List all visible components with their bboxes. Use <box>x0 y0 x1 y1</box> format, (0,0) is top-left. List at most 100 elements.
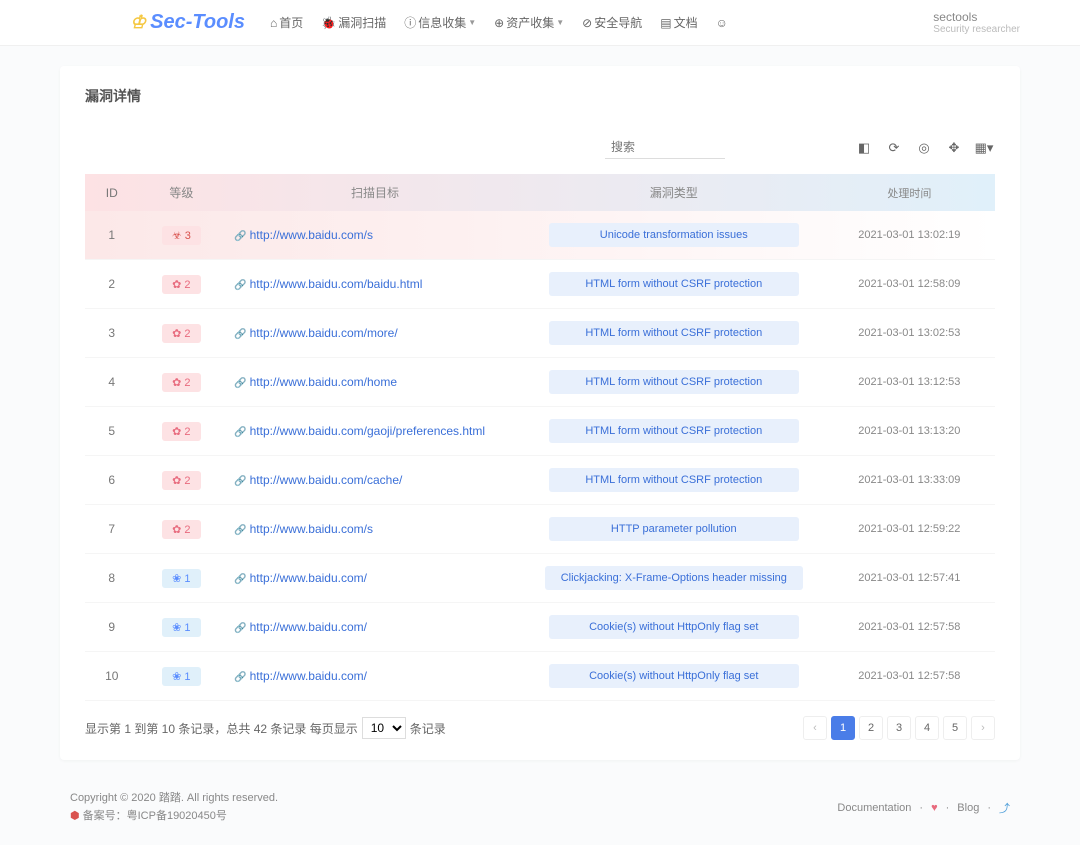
nav-item-3[interactable]: ⊕ 资产收集 ▼ <box>494 14 564 31</box>
beian-text: 备案号：粤ICP备19020450号 <box>83 810 227 822</box>
th-severity[interactable]: 等级 <box>139 174 225 211</box>
type-badge[interactable]: HTML form without CSRF protection <box>549 272 799 296</box>
type-badge[interactable]: Cookie(s) without HttpOnly flag set <box>549 615 799 639</box>
cell-time: 2021-03-01 13:33:09 <box>824 456 995 505</box>
page-prev[interactable]: ‹ <box>803 716 827 740</box>
nav-icon: 🐞 <box>321 16 336 30</box>
cell-time: 2021-03-01 13:13:20 <box>824 407 995 456</box>
footer-left: Copyright © 2020 踏踏. All rights reserved… <box>70 790 278 825</box>
scroll-top-icon[interactable]: ⤴ <box>999 800 1010 816</box>
cell-severity: ✿ 2 <box>139 456 225 505</box>
table-row[interactable]: 3✿ 2🔗http://www.baidu.com/more/HTML form… <box>85 309 995 358</box>
user-name: sectools <box>933 10 1020 24</box>
toolbar: ◧ ⟳ ◎ ✥ ▦▾ <box>85 136 995 159</box>
target-link[interactable]: http://www.baidu.com/s <box>250 522 373 536</box>
type-badge[interactable]: HTTP parameter pollution <box>549 517 799 541</box>
refresh-icon[interactable]: ⟳ <box>883 137 905 159</box>
link-icon: 🔗 <box>234 231 246 242</box>
nav-item-1[interactable]: 🐞 漏洞扫描 <box>321 14 386 31</box>
cell-id: 10 <box>85 652 139 701</box>
brand-text: Sec-Tools <box>150 11 245 34</box>
target-link[interactable]: http://www.baidu.com/ <box>250 620 367 634</box>
user-info[interactable]: sectools Security researcher <box>933 10 1020 35</box>
type-badge[interactable]: Unicode transformation issues <box>549 223 799 247</box>
nav-item-4[interactable]: ⊘ 安全导航 <box>582 14 642 31</box>
target-link[interactable]: http://www.baidu.com/ <box>250 669 367 683</box>
cell-target: 🔗http://www.baidu.com/ <box>224 652 524 701</box>
chevron-down-icon: ▼ <box>468 18 476 27</box>
cell-type: Clickjacking: X-Frame-Options header mis… <box>524 554 824 603</box>
cell-time: 2021-03-01 12:59:22 <box>824 505 995 554</box>
doc-link[interactable]: Documentation <box>837 802 911 814</box>
type-badge[interactable]: HTML form without CSRF protection <box>549 321 799 345</box>
shield-icon: ⬢ <box>70 810 80 822</box>
table-row[interactable]: 2✿ 2🔗http://www.baidu.com/baidu.htmlHTML… <box>85 260 995 309</box>
copyright-text: Copyright © 2020 踏踏. All rights reserved… <box>70 790 278 808</box>
table-row[interactable]: 1☣ 3🔗http://www.baidu.com/sUnicode trans… <box>85 211 995 260</box>
table-row[interactable]: 9❀ 1🔗http://www.baidu.com/Cookie(s) with… <box>85 603 995 652</box>
page-1[interactable]: 1 <box>831 716 855 740</box>
blog-link[interactable]: Blog <box>957 802 979 814</box>
severity-badge: ✿ 2 <box>162 422 200 441</box>
toggle-view-icon[interactable]: ◎ <box>913 137 935 159</box>
nav-item-2[interactable]: ⓘ 信息收集 ▼ <box>404 14 476 31</box>
nav-smile-icon[interactable]: ☺ <box>716 14 728 31</box>
nav-icon: ⌂ <box>270 16 277 30</box>
type-badge[interactable]: HTML form without CSRF protection <box>549 419 799 443</box>
cell-type: HTML form without CSRF protection <box>524 260 824 309</box>
page-2[interactable]: 2 <box>859 716 883 740</box>
severity-badge: ✿ 2 <box>162 471 200 490</box>
cell-target: 🔗http://www.baidu.com/ <box>224 554 524 603</box>
cell-time: 2021-03-01 12:57:58 <box>824 652 995 701</box>
nav-icon: ⊕ <box>494 16 504 30</box>
page-5[interactable]: 5 <box>943 716 967 740</box>
table-row[interactable]: 7✿ 2🔗http://www.baidu.com/sHTTP paramete… <box>85 505 995 554</box>
th-id[interactable]: ID <box>85 174 139 211</box>
type-badge[interactable]: HTML form without CSRF protection <box>549 370 799 394</box>
columns-icon[interactable]: ▦▾ <box>973 137 995 159</box>
severity-badge: ✿ 2 <box>162 324 200 343</box>
move-icon[interactable]: ✥ <box>943 137 965 159</box>
type-badge[interactable]: HTML form without CSRF protection <box>549 468 799 492</box>
table-row[interactable]: 10❀ 1🔗http://www.baidu.com/Cookie(s) wit… <box>85 652 995 701</box>
table-footer: 显示第 1 到第 10 条记录，总共 42 条记录 每页显示 10 条记录 ‹1… <box>85 716 995 740</box>
crown-icon: ♔ <box>130 12 146 33</box>
target-link[interactable]: http://www.baidu.com/home <box>250 375 397 389</box>
table-row[interactable]: 5✿ 2🔗http://www.baidu.com/gaoji/preferen… <box>85 407 995 456</box>
th-target[interactable]: 扫描目标 <box>224 174 524 211</box>
logo[interactable]: ♔ Sec-Tools <box>130 11 245 34</box>
target-link[interactable]: http://www.baidu.com/s <box>250 228 373 242</box>
cell-type: HTML form without CSRF protection <box>524 407 824 456</box>
cell-severity: ✿ 2 <box>139 407 225 456</box>
page-size-select[interactable]: 10 <box>362 717 406 739</box>
target-link[interactable]: http://www.baidu.com/baidu.html <box>250 277 423 291</box>
cell-severity: ✿ 2 <box>139 358 225 407</box>
nav-item-0[interactable]: ⌂ 首页 <box>270 14 303 31</box>
th-type[interactable]: 漏洞类型 <box>524 174 824 211</box>
target-link[interactable]: http://www.baidu.com/cache/ <box>250 473 403 487</box>
target-link[interactable]: http://www.baidu.com/gaoji/preferences.h… <box>250 424 485 438</box>
type-badge[interactable]: Cookie(s) without HttpOnly flag set <box>549 664 799 688</box>
page-4[interactable]: 4 <box>915 716 939 740</box>
cell-time: 2021-03-01 13:02:53 <box>824 309 995 358</box>
link-icon: 🔗 <box>234 427 246 438</box>
search-input[interactable] <box>605 136 725 159</box>
cell-id: 8 <box>85 554 139 603</box>
table-row[interactable]: 8❀ 1🔗http://www.baidu.com/Clickjacking: … <box>85 554 995 603</box>
cell-target: 🔗 http://www.baidu.com/s <box>224 211 524 260</box>
page-3[interactable]: 3 <box>887 716 911 740</box>
table-row[interactable]: 6✿ 2🔗http://www.baidu.com/cache/HTML for… <box>85 456 995 505</box>
nav-item-5[interactable]: ▤ 文档 <box>660 14 697 31</box>
th-time[interactable]: 处理时间 <box>824 174 995 211</box>
type-badge[interactable]: Clickjacking: X-Frame-Options header mis… <box>545 566 803 590</box>
target-link[interactable]: http://www.baidu.com/ <box>250 571 367 585</box>
severity-badge: ✿ 2 <box>162 373 200 392</box>
cell-id: 9 <box>85 603 139 652</box>
target-link[interactable]: http://www.baidu.com/more/ <box>250 326 398 340</box>
table-row[interactable]: 4✿ 2🔗http://www.baidu.com/homeHTML form … <box>85 358 995 407</box>
cell-type: HTML form without CSRF protection <box>524 309 824 358</box>
page-next[interactable]: › <box>971 716 995 740</box>
fullscreen-toggle-icon[interactable]: ◧ <box>853 137 875 159</box>
cell-time: 2021-03-01 12:57:41 <box>824 554 995 603</box>
table-header-row: ID 等级 扫描目标 漏洞类型 处理时间 <box>85 174 995 211</box>
